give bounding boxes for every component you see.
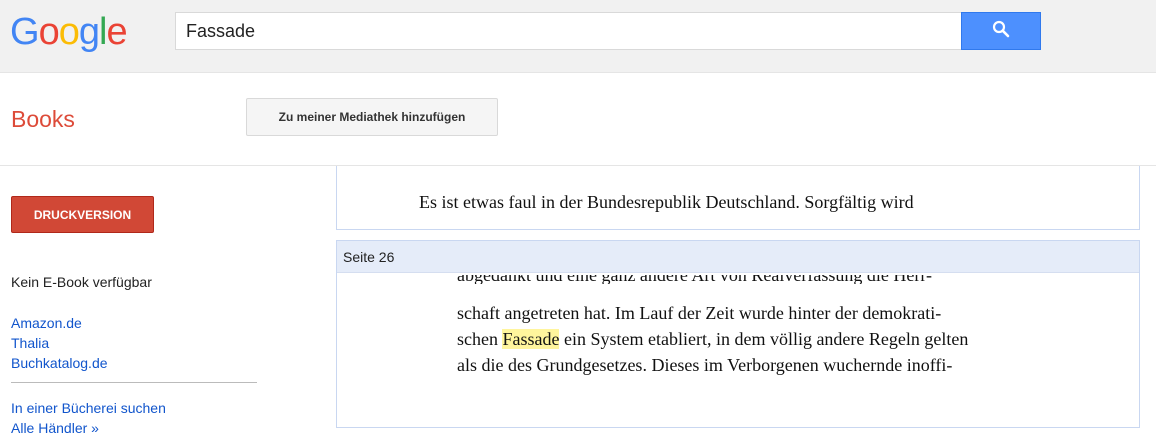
page-text-line: Es ist etwas faul in der Bundesrepublik … xyxy=(419,192,914,212)
book-page-previous: Es ist etwas faul in der Bundesrepublik … xyxy=(336,166,1140,230)
text-after-match: ein System etabliert, in dem völlig ande… xyxy=(559,329,969,349)
logo-letter-o: o xyxy=(58,11,80,53)
sidebar-divider xyxy=(11,382,257,383)
logo-letter-g: g xyxy=(78,11,100,53)
store-link-buchkatalog[interactable]: Buchkatalog.de xyxy=(11,354,108,372)
search-input[interactable] xyxy=(175,12,961,50)
library-search-link[interactable]: In einer Bücherei suchen xyxy=(11,399,166,417)
search-icon xyxy=(992,20,1010,43)
logo-letter-o: o xyxy=(38,11,60,53)
page-text-line: als die des Grundgesetzes. Dieses im Ver… xyxy=(457,355,953,375)
store-link-thalia[interactable]: Thalia xyxy=(11,334,49,352)
books-title[interactable]: Books xyxy=(11,104,75,134)
logo-letter-g: G xyxy=(10,11,40,53)
store-link-amazon[interactable]: Amazon.de xyxy=(11,314,82,332)
clipped-line-text: abgedankt und eine ganz andere Art von R… xyxy=(457,275,932,284)
search-button[interactable] xyxy=(961,12,1041,50)
google-logo[interactable]: Google xyxy=(10,8,128,56)
page-text-line: schaft angetreten hat. Im Lauf der Zeit … xyxy=(457,303,942,323)
all-sellers-link[interactable]: Alle Händler » xyxy=(11,419,99,437)
top-bar: Google xyxy=(0,0,1156,73)
add-to-library-button[interactable]: Zu meiner Mediathek hinzufügen xyxy=(246,98,498,136)
text-before-match: schen xyxy=(457,329,503,349)
print-version-button[interactable]: DRUCKVERSION xyxy=(11,196,154,233)
page-text-line-with-match: schen Fassade ein System etabliert, in d… xyxy=(457,329,968,350)
logo-letter-e: e xyxy=(106,11,127,53)
page-text-line-clipped: abgedankt und eine ganz andere Art von R… xyxy=(457,275,1017,284)
no-ebook-text: Kein E-Book verfügbar xyxy=(11,274,152,290)
page-header: Seite 26 xyxy=(337,241,1139,273)
book-page-26: Seite 26 abgedankt und eine ganz andere … xyxy=(336,240,1140,428)
search-match-highlight: Fassade xyxy=(502,329,560,349)
page-number-label: Seite 26 xyxy=(343,249,395,265)
